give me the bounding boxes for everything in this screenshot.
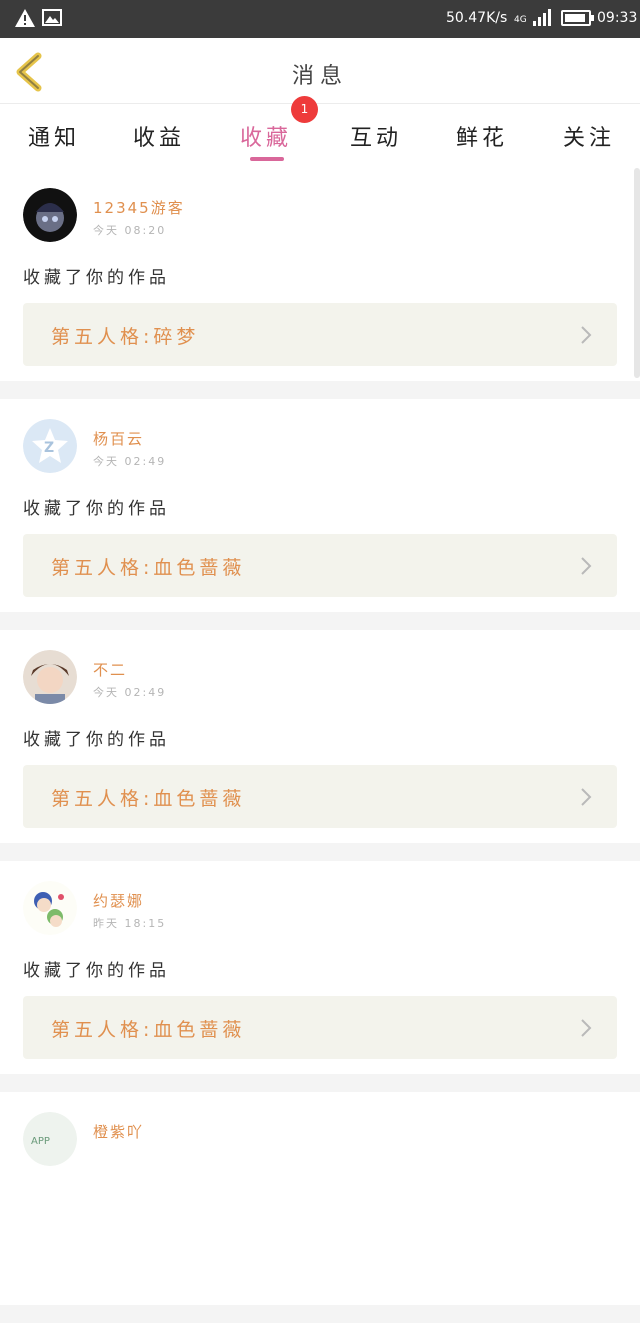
avatar-image: APP	[23, 1112, 77, 1166]
warning-icon	[15, 9, 35, 27]
chevron-right-icon	[581, 557, 592, 575]
network-speed: 50.47K/s	[446, 10, 508, 26]
network-type: 4G	[514, 15, 527, 25]
username[interactable]: 不二	[93, 659, 127, 680]
list-item: 不二 今天 02:49 收藏了你的作品 第五人格:血色蔷薇	[0, 630, 640, 843]
tab-notifications[interactable]: 通知	[28, 120, 80, 152]
timestamp: 今天 02:49	[93, 686, 167, 699]
work-title: 第五人格:血色蔷薇	[51, 557, 246, 579]
username[interactable]: 约瑟娜	[93, 890, 144, 911]
avatar[interactable]	[23, 188, 77, 242]
scrollbar[interactable]	[634, 168, 640, 378]
action-text: 收藏了你的作品	[23, 499, 170, 519]
avatar-image	[23, 188, 77, 242]
action-text: 收藏了你的作品	[23, 268, 170, 288]
unread-badge: 1	[291, 96, 318, 123]
work-link[interactable]: 第五人格:血色蔷薇	[23, 534, 617, 597]
signal-icon: 4G	[514, 9, 551, 26]
image-notification-icon	[42, 9, 62, 26]
page-title: 消息	[291, 64, 348, 89]
username[interactable]: 杨百云	[93, 428, 144, 449]
work-link[interactable]: 第五人格:碎梦	[23, 303, 617, 366]
timestamp: 昨天 18:15	[93, 917, 167, 930]
list-item: 12345游客 今天 08:20 收藏了你的作品 第五人格:碎梦	[0, 168, 640, 381]
work-title: 第五人格:碎梦	[51, 326, 200, 348]
avatar[interactable]	[23, 881, 77, 935]
list-item: APP 橙紫吖	[0, 1092, 640, 1305]
action-text: 收藏了你的作品	[23, 730, 170, 750]
list-item: Z 杨百云 今天 02:49 收藏了你的作品 第五人格:血色蔷薇	[0, 399, 640, 612]
username[interactable]: 12345游客	[93, 197, 185, 218]
tab-flowers[interactable]: 鲜花	[456, 120, 508, 152]
work-link[interactable]: 第五人格:血色蔷薇	[23, 996, 617, 1059]
tab-favorites[interactable]: 收藏	[240, 120, 292, 152]
tab-follows[interactable]: 关注	[563, 120, 615, 152]
avatar[interactable]	[23, 650, 77, 704]
message-list: 12345游客 今天 08:20 收藏了你的作品 第五人格:碎梦 Z 杨百云 今…	[0, 168, 640, 1323]
title-bar: 消息	[0, 38, 640, 104]
work-link[interactable]: 第五人格:血色蔷薇	[23, 765, 617, 828]
status-bar: 50.47K/s 4G 09:33	[0, 0, 640, 38]
active-tab-indicator	[250, 157, 284, 161]
clock: 09:33	[597, 10, 638, 26]
tab-interactions[interactable]: 互动	[350, 120, 402, 152]
username[interactable]: 橙紫吖	[93, 1121, 144, 1142]
action-text: 收藏了你的作品	[23, 961, 170, 981]
timestamp: 今天 02:49	[93, 455, 167, 468]
chevron-right-icon	[581, 788, 592, 806]
timestamp: 今天 08:20	[93, 224, 167, 237]
list-item: 约瑟娜 昨天 18:15 收藏了你的作品 第五人格:血色蔷薇	[0, 861, 640, 1074]
battery-icon	[561, 10, 594, 26]
avatar-image: Z	[23, 419, 77, 473]
tab-earnings[interactable]: 收益	[133, 120, 185, 152]
work-title: 第五人格:血色蔷薇	[51, 788, 246, 810]
avatar[interactable]: Z	[23, 419, 77, 473]
avatar-image	[23, 650, 77, 704]
work-title: 第五人格:血色蔷薇	[51, 1019, 246, 1041]
svg-text:Z: Z	[44, 440, 54, 456]
avatar-image	[23, 881, 77, 935]
chevron-right-icon	[581, 326, 592, 344]
avatar[interactable]: APP	[23, 1112, 77, 1166]
tab-bar: 通知 收益 收藏 互动 鲜花 关注	[0, 104, 640, 168]
chevron-right-icon	[581, 1019, 592, 1037]
